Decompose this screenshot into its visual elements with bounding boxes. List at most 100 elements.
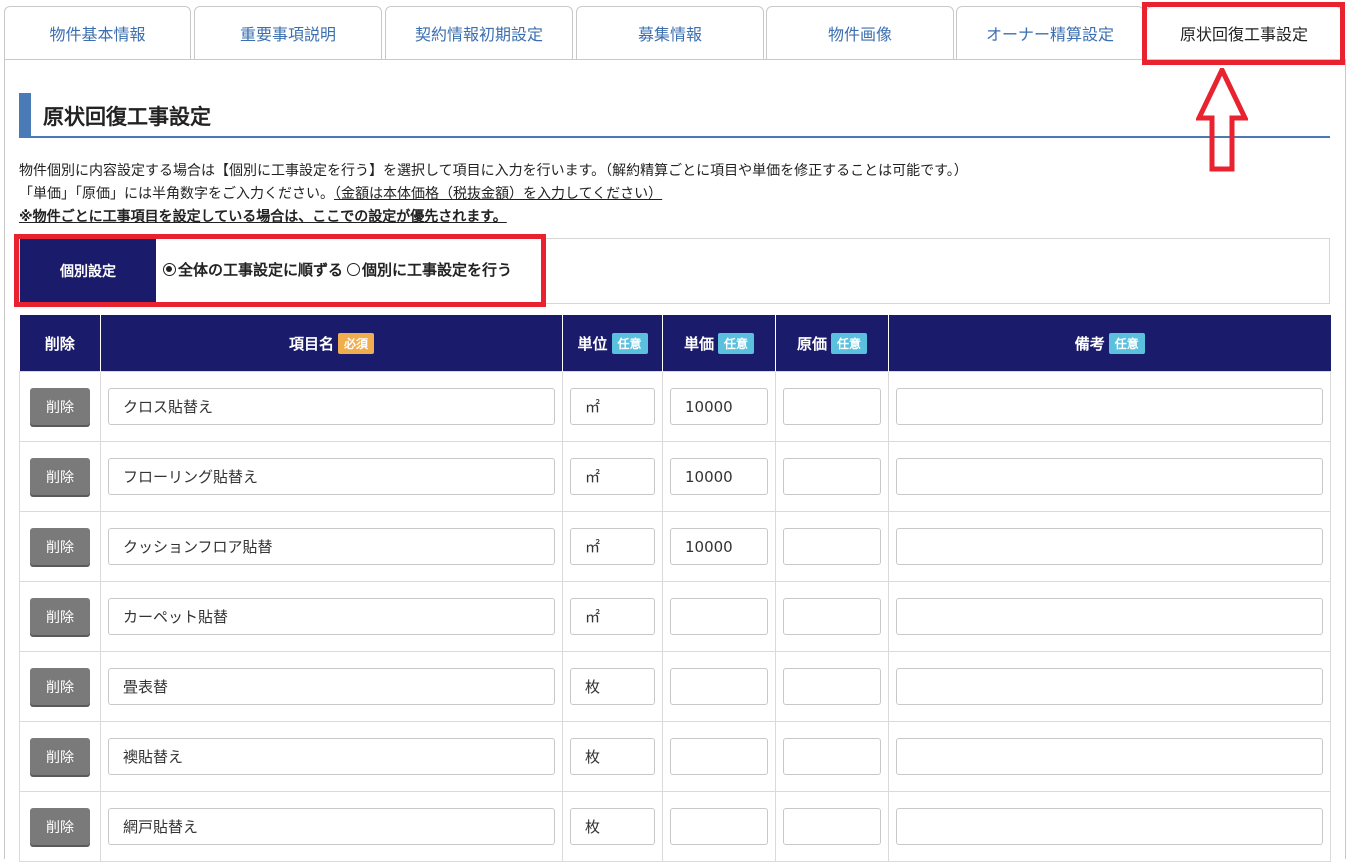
unit-price-input[interactable] — [670, 598, 768, 635]
note-input[interactable] — [896, 738, 1323, 775]
unit-price-input[interactable] — [670, 808, 768, 845]
table-row: 削除 クッションフロア貼替㎡ 10000 — [19, 511, 1331, 582]
tab-property-basic[interactable]: 物件基本情報 — [4, 6, 191, 60]
unit-input[interactable]: 枚 — [570, 808, 655, 845]
cell-delete: 削除 — [19, 511, 101, 582]
cell-delete: 削除 — [19, 721, 101, 792]
individual-setting-label: 個別設定 — [20, 239, 156, 303]
note-input[interactable] — [896, 668, 1323, 705]
note-input[interactable] — [896, 808, 1323, 845]
cell-price — [662, 651, 776, 722]
item-name-input[interactable]: クロス貼替え — [108, 388, 555, 425]
tab-bar: 物件基本情報 重要事項説明 契約情報初期設定 募集情報 物件画像 オーナー精算設… — [4, 6, 1346, 60]
header-unit: 単位 任意 — [562, 315, 663, 372]
cell-unit: 枚 — [562, 721, 663, 792]
header-unit-price: 単価 任意 — [662, 315, 776, 372]
item-name-input[interactable]: 襖貼替え — [108, 738, 555, 775]
unit-input[interactable]: 枚 — [570, 668, 655, 705]
cell-delete: 削除 — [19, 441, 101, 512]
work-items-table: 削除 項目名 必須 単位 任意 単価 任意 原価 任意 備考 任意 削除 クロス貼替え㎡ 10… — [19, 315, 1331, 862]
delete-button[interactable]: 削除 — [30, 388, 90, 425]
unit-price-input[interactable]: 10000 — [670, 388, 768, 425]
unit-price-input[interactable] — [670, 738, 768, 775]
note-input[interactable] — [896, 598, 1323, 635]
item-name-input[interactable]: 畳表替 — [108, 668, 555, 705]
table-row: 削除 網戸貼替え枚 — [19, 791, 1331, 862]
cell-note — [888, 441, 1331, 512]
note-input[interactable] — [896, 458, 1323, 495]
tab-owner-settlement[interactable]: オーナー精算設定 — [956, 6, 1144, 60]
unit-input[interactable]: ㎡ — [570, 528, 655, 565]
cell-cost — [775, 371, 889, 442]
item-name-input[interactable]: フローリング貼替え — [108, 458, 555, 495]
unit-input[interactable]: ㎡ — [570, 458, 655, 495]
cell-cost — [775, 721, 889, 792]
cell-unit: 枚 — [562, 791, 663, 862]
required-badge: 必須 — [338, 332, 375, 354]
cell-cost — [775, 441, 889, 512]
unit-input[interactable]: ㎡ — [570, 388, 655, 425]
unit-input[interactable]: ㎡ — [570, 598, 655, 635]
optional-badge: 任意 — [831, 332, 868, 354]
header-item-name: 項目名 必須 — [100, 315, 563, 372]
header-note: 備考 任意 — [888, 315, 1331, 372]
cell-item: クッションフロア貼替 — [100, 511, 563, 582]
delete-button[interactable]: 削除 — [30, 528, 90, 565]
header-cost: 原価 任意 — [775, 315, 889, 372]
cell-unit: ㎡ — [562, 511, 663, 582]
optional-badge: 任意 — [611, 332, 648, 354]
radio-unselected-icon[interactable] — [347, 263, 361, 276]
cost-input[interactable] — [783, 388, 881, 425]
cell-unit: ㎡ — [562, 441, 663, 512]
delete-button[interactable]: 削除 — [30, 808, 90, 845]
section-title-bar — [19, 93, 31, 136]
tab-recruitment[interactable]: 募集情報 — [576, 6, 764, 60]
tab-contract-initial[interactable]: 契約情報初期設定 — [385, 6, 573, 60]
cell-price: 10000 — [662, 441, 776, 512]
unit-price-input[interactable] — [670, 668, 768, 705]
cell-note — [888, 371, 1331, 442]
page-title: 原状回復工事設定 — [43, 105, 211, 129]
table-row: 削除 畳表替枚 — [19, 651, 1331, 722]
unit-price-input[interactable]: 10000 — [670, 458, 768, 495]
item-name-input[interactable]: 網戸貼替え — [108, 808, 555, 845]
radio-selected-icon[interactable] — [163, 263, 176, 276]
item-name-input[interactable]: クッションフロア貼替 — [108, 528, 555, 565]
radio-follow-global[interactable]: 全体の工事設定に順ずる — [163, 259, 343, 280]
cost-input[interactable] — [783, 528, 881, 565]
cost-input[interactable] — [783, 668, 881, 705]
table-row: 削除 カーペット貼替㎡ — [19, 581, 1331, 652]
cell-delete: 削除 — [19, 651, 101, 722]
cell-note — [888, 651, 1331, 722]
cell-price — [662, 721, 776, 792]
delete-button[interactable]: 削除 — [30, 668, 90, 705]
description-line-1: 物件個別に内容設定する場合は【個別に工事設定を行う】を選択して項目に入力を行いま… — [19, 163, 968, 179]
cell-unit: ㎡ — [562, 371, 663, 442]
cost-input[interactable] — [783, 598, 881, 635]
tab-important-matters[interactable]: 重要事項説明 — [194, 6, 382, 60]
delete-button[interactable]: 削除 — [30, 458, 90, 495]
tab-property-images[interactable]: 物件画像 — [766, 6, 954, 60]
cell-note — [888, 791, 1331, 862]
description-line-3: ※物件ごとに工事項目を設定している場合は、ここでの設定が優先されます。 — [19, 209, 507, 225]
note-input[interactable] — [896, 528, 1323, 565]
cell-price — [662, 581, 776, 652]
item-name-input[interactable]: カーペット貼替 — [108, 598, 555, 635]
cost-input[interactable] — [783, 808, 881, 845]
tab-restoration-work[interactable]: 原状回復工事設定 — [1146, 6, 1342, 60]
cell-cost — [775, 791, 889, 862]
table-row: 削除 襖貼替え枚 — [19, 721, 1331, 792]
cell-item: フローリング貼替え — [100, 441, 563, 512]
delete-button[interactable]: 削除 — [30, 598, 90, 635]
unit-price-input[interactable]: 10000 — [670, 528, 768, 565]
cell-item: クロス貼替え — [100, 371, 563, 442]
cost-input[interactable] — [783, 738, 881, 775]
cell-cost — [775, 511, 889, 582]
header-delete: 削除 — [19, 315, 101, 372]
table-row: 削除 フローリング貼替え㎡ 10000 — [19, 441, 1331, 512]
delete-button[interactable]: 削除 — [30, 738, 90, 775]
cost-input[interactable] — [783, 458, 881, 495]
unit-input[interactable]: 枚 — [570, 738, 655, 775]
note-input[interactable] — [896, 388, 1323, 425]
radio-individual[interactable]: 個別に工事設定を行う — [347, 259, 512, 280]
